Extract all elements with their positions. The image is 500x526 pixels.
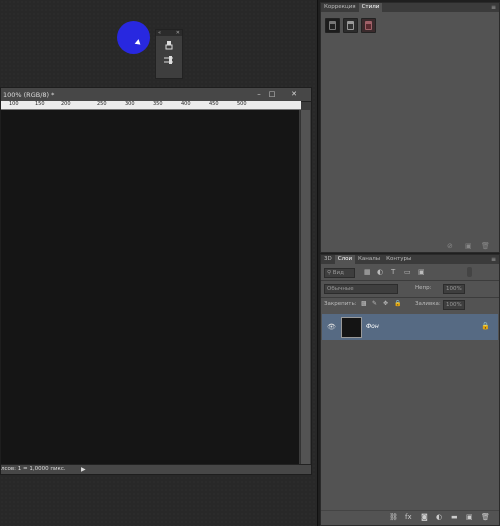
mini-tool-header[interactable]: « ✕: [156, 30, 182, 36]
tab-styles[interactable]: Стили: [358, 3, 383, 12]
lock-label: Закрепить:: [324, 301, 357, 307]
lock-pixels-icon[interactable]: ✎: [372, 300, 377, 307]
clear-style-icon[interactable]: ⊘: [447, 242, 453, 250]
layer-row[interactable]: 👁 Фон 🔒: [322, 314, 498, 340]
type-filter-icon[interactable]: T: [391, 268, 395, 276]
ruler-tick: 100: [9, 101, 19, 107]
style-swatch[interactable]: [325, 18, 340, 33]
panel-menu-icon[interactable]: ≡: [491, 4, 496, 11]
kind-filter-select[interactable]: ⚲ Вид: [324, 268, 355, 278]
brush-preset-icon[interactable]: [162, 39, 176, 51]
horizontal-ruler: 100 150 200 250 300 350 400 450 500: [1, 101, 301, 110]
opacity-input[interactable]: 100%: [443, 284, 465, 294]
fill-input[interactable]: 100%: [443, 300, 465, 310]
blend-mode-select[interactable]: Обычные: [324, 284, 398, 294]
clone-source-icon[interactable]: [162, 54, 176, 66]
adjustment-filter-icon[interactable]: ◐: [377, 268, 383, 276]
close-icon[interactable]: ✕: [176, 30, 180, 36]
opacity-value: 100%: [446, 286, 462, 292]
status-bar: лсов: 1 = 1,0000 пикс. ▶: [1, 464, 311, 474]
tab-paths[interactable]: Контуры: [383, 255, 414, 264]
lock-position-icon[interactable]: ✥: [383, 300, 388, 307]
mini-tool-panel: « ✕: [155, 29, 183, 79]
ruler-tick: 500: [237, 101, 247, 107]
fill-value: 100%: [446, 302, 462, 308]
ruler-tick: 450: [209, 101, 219, 107]
layer-lock-icon: 🔒: [481, 322, 490, 330]
new-style-icon[interactable]: ▣: [465, 242, 472, 250]
ruler-tick: 400: [181, 101, 191, 107]
ruler-tick: 300: [125, 101, 135, 107]
collapse-icon[interactable]: «: [158, 30, 161, 36]
tab-adjustments[interactable]: Коррекция: [321, 3, 359, 12]
tab-channels[interactable]: Каналы: [355, 255, 383, 264]
link-layers-icon[interactable]: ⛓: [389, 513, 398, 521]
smart-object-filter-icon[interactable]: ▣: [418, 268, 425, 276]
layer-name[interactable]: Фон: [366, 323, 379, 330]
add-mask-icon[interactable]: ◙: [421, 513, 428, 521]
document-window: 100% (RGB/8) * – □ ✕ 100 150 200 250 300…: [0, 87, 312, 475]
shape-filter-icon[interactable]: ▭: [404, 268, 411, 276]
styles-panel-tabs: Коррекция Стили: [321, 3, 499, 12]
tab-3d[interactable]: 3D: [321, 255, 335, 264]
new-layer-icon[interactable]: ▣: [466, 513, 473, 521]
vertical-scrollbar[interactable]: [300, 110, 310, 466]
maximize-button[interactable]: □: [263, 89, 281, 99]
blend-mode-value: Обычные: [327, 286, 354, 292]
tab-layers[interactable]: Слои: [334, 255, 356, 264]
lock-all-icon[interactable]: 🔒: [394, 300, 401, 307]
style-swatch[interactable]: [343, 18, 358, 33]
brush-cursor: [117, 21, 150, 54]
layer-style-icon[interactable]: fx: [405, 513, 412, 521]
style-swatch[interactable]: [361, 18, 376, 33]
visibility-eye-icon[interactable]: 👁: [327, 323, 336, 331]
layer-thumbnail: [341, 317, 362, 338]
document-title: 100% (RGB/8) *: [3, 91, 55, 99]
opacity-label: Непр:: [415, 285, 432, 291]
styles-panel: Коррекция Стили ≡ ⊘ ▣ 🗑: [320, 2, 500, 253]
layers-panel: 3D Слои Каналы Контуры ≡ ⚲ Вид ▦ ◐ T ▭ ▣…: [320, 254, 500, 526]
pixel-filter-icon[interactable]: ▦: [364, 268, 371, 276]
adjustment-layer-icon[interactable]: ◐: [436, 513, 442, 521]
status-text: лсов: 1 = 1,0000 пикс.: [1, 466, 66, 472]
filter-toggle[interactable]: [467, 267, 472, 277]
lock-transparent-icon[interactable]: ▩: [361, 300, 367, 307]
search-icon: ⚲: [327, 270, 332, 276]
ruler-tick: 350: [153, 101, 163, 107]
layers-panel-tabs: 3D Слои Каналы Контуры: [321, 255, 499, 264]
status-menu-arrow-icon[interactable]: ▶: [81, 466, 86, 473]
fill-label: Заливка:: [415, 301, 441, 307]
panel-menu-icon[interactable]: ≡: [491, 256, 496, 263]
ruler-tick: 200: [61, 101, 71, 107]
close-button[interactable]: ✕: [285, 89, 303, 99]
document-canvas[interactable]: [1, 110, 299, 464]
delete-layer-icon[interactable]: 🗑: [481, 513, 490, 521]
ruler-tick: 250: [97, 101, 107, 107]
new-group-icon[interactable]: ▬: [451, 513, 458, 521]
trash-icon[interactable]: 🗑: [481, 242, 490, 250]
ruler-tick: 150: [35, 101, 45, 107]
layers-footer: ⛓ fx ◙ ◐ ▬ ▣ 🗑: [321, 510, 499, 525]
document-title-bar[interactable]: 100% (RGB/8) * – □ ✕: [1, 88, 311, 102]
kind-filter-value: Вид: [332, 270, 344, 276]
